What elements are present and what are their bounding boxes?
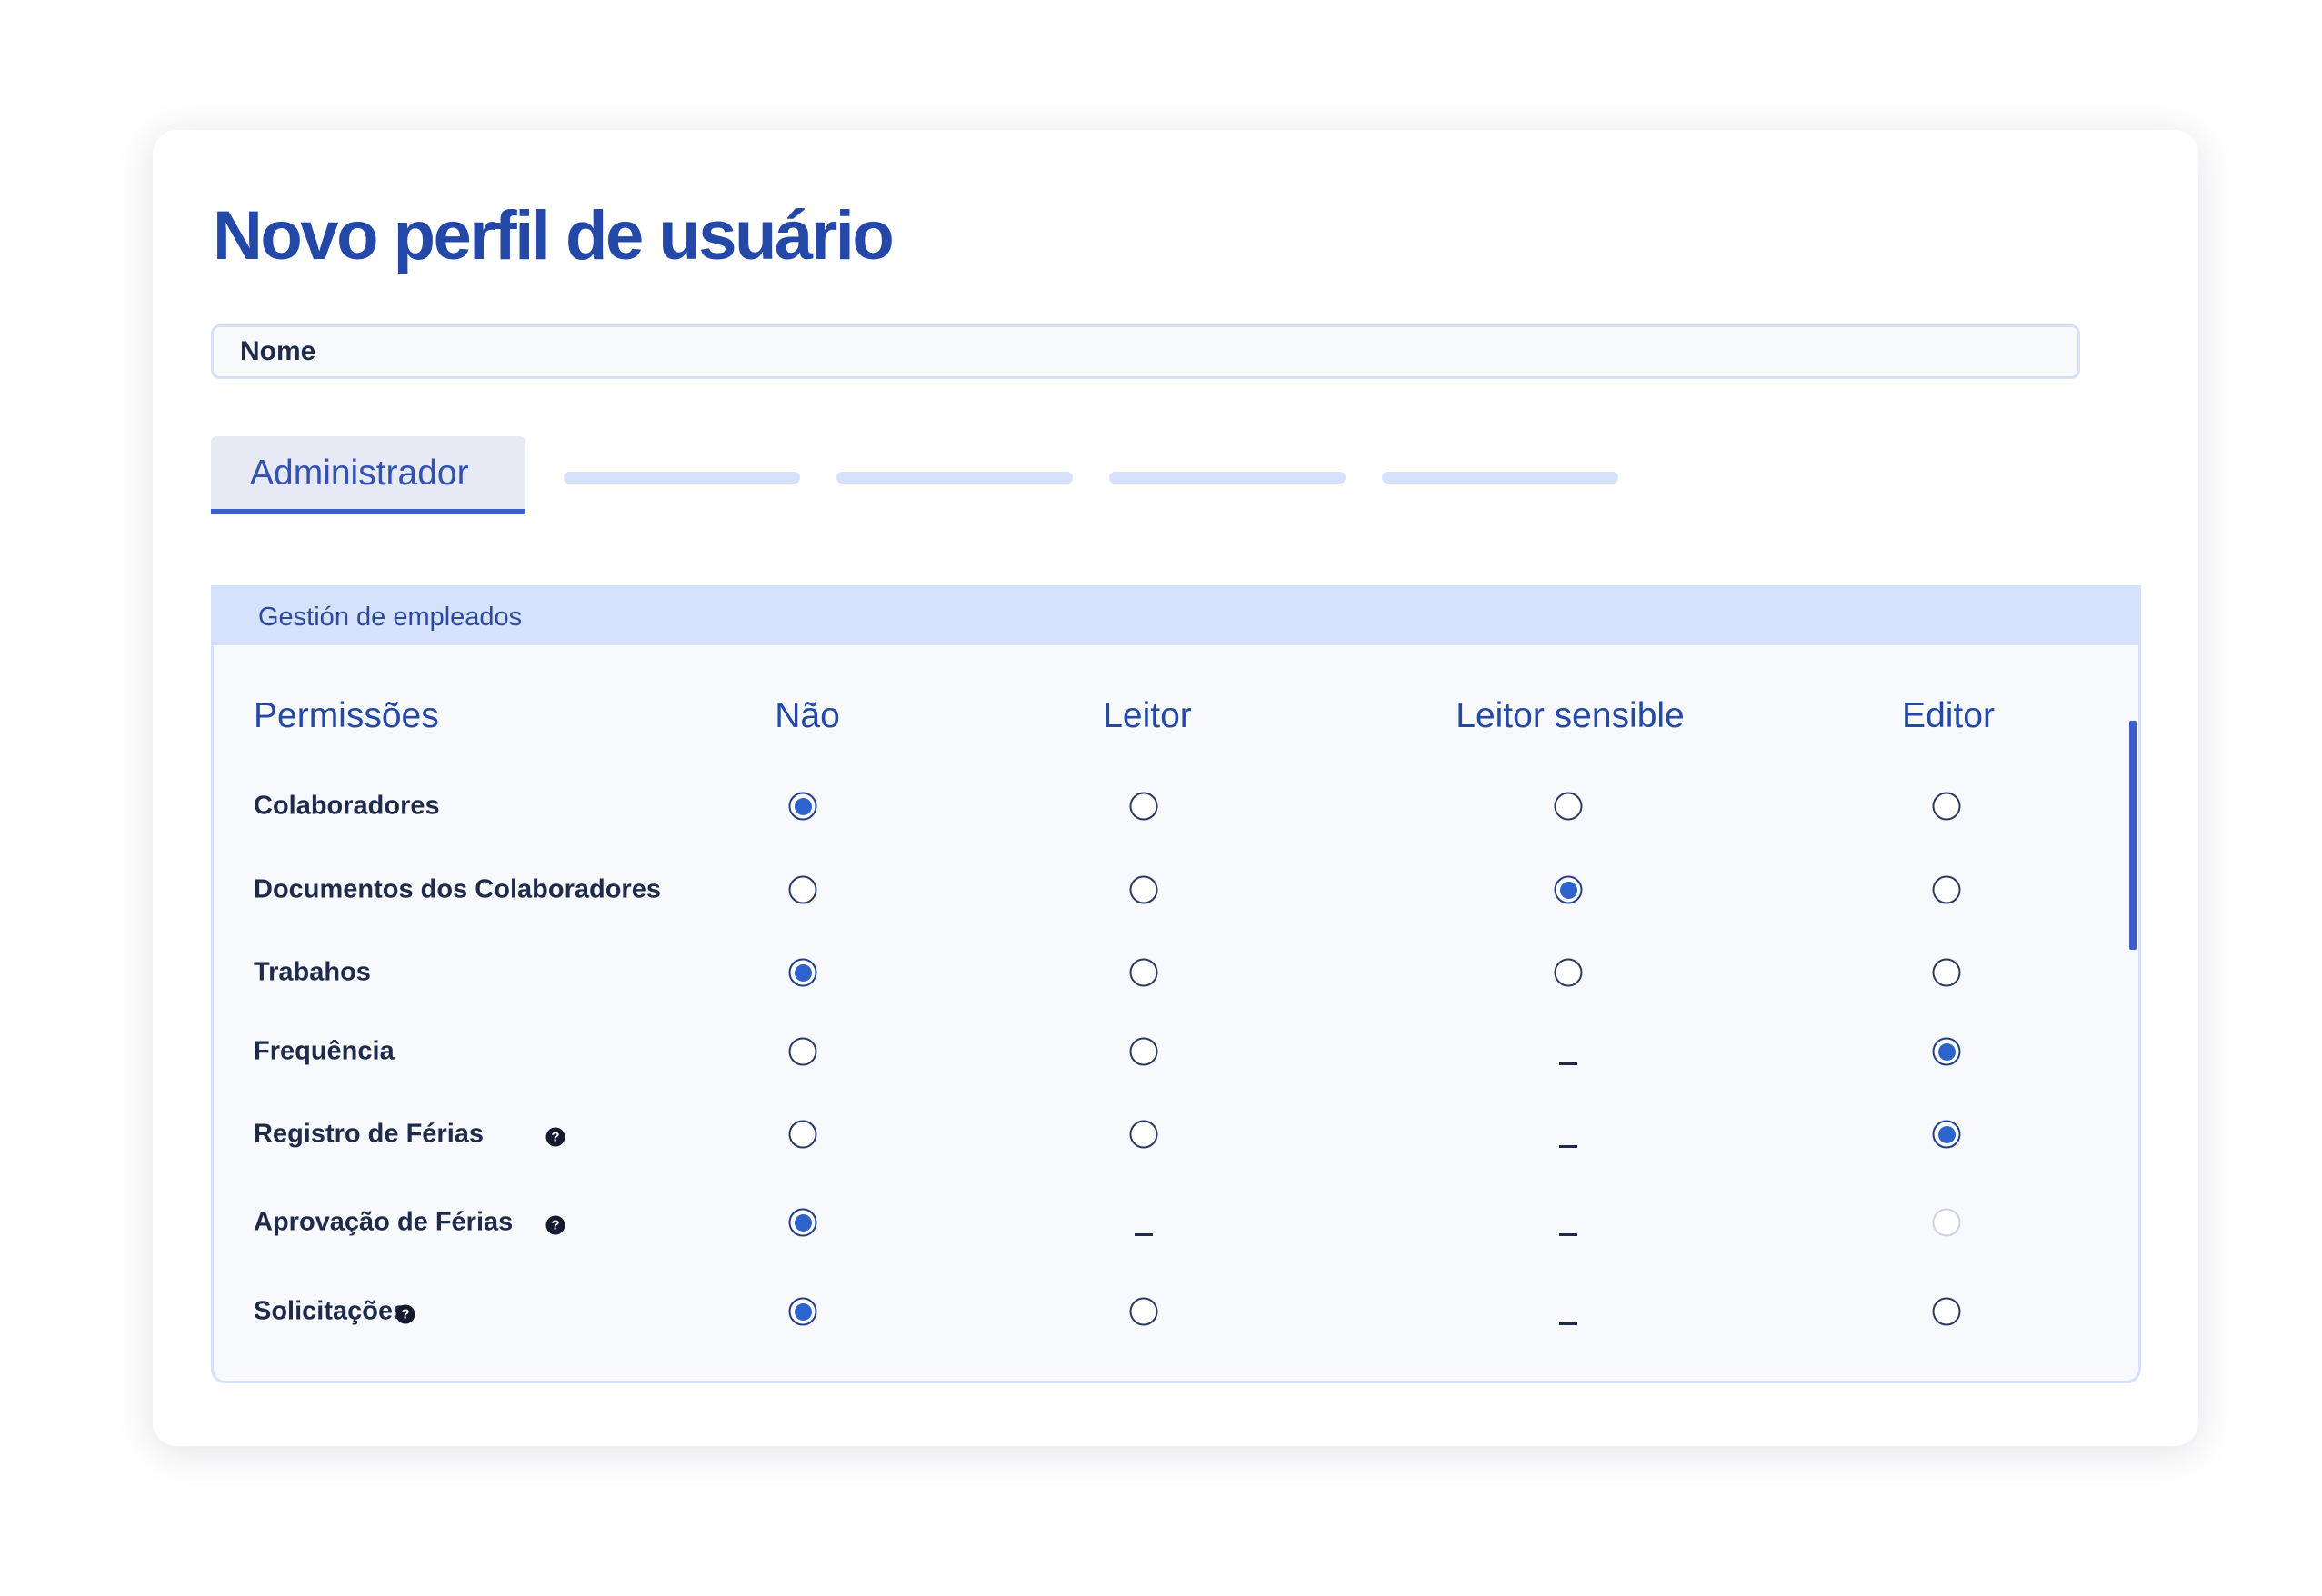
permission-radio[interactable] <box>1129 1297 1158 1326</box>
permission-radio[interactable] <box>1554 958 1583 987</box>
permission-row-label: Solicitações <box>254 1296 408 1326</box>
panel-scrollbar[interactable] <box>2129 721 2137 950</box>
section-title: Gestión de empleados <box>258 603 523 632</box>
tab-placeholder[interactable] <box>1109 472 1346 484</box>
permission-row-label: Trabahos <box>254 957 371 987</box>
column-header-leitor: Leitor <box>1103 696 1192 735</box>
permission-radio[interactable] <box>788 1120 817 1149</box>
permission-radio[interactable] <box>1932 1120 1961 1149</box>
permission-row-label: Registro de Férias <box>254 1119 485 1149</box>
permission-radio[interactable] <box>1129 792 1158 821</box>
not-applicable-dash-icon <box>1559 1062 1577 1065</box>
permission-radio[interactable] <box>1129 1120 1158 1149</box>
not-applicable-dash-icon <box>1559 1145 1577 1148</box>
column-header-leitor-sensible: Leitor sensible <box>1456 696 1685 735</box>
permission-radio[interactable] <box>1932 1297 1961 1326</box>
name-input[interactable] <box>211 324 2080 379</box>
permission-radio[interactable] <box>1932 958 1961 987</box>
tab-placeholder[interactable] <box>1382 472 1618 484</box>
permission-radio[interactable] <box>1129 875 1158 904</box>
permission-row-label: Aprovação de Férias <box>254 1207 514 1237</box>
permission-row-label: Colaboradores <box>254 791 440 821</box>
permission-radio[interactable] <box>1932 875 1961 904</box>
permission-radio[interactable] <box>1554 792 1583 821</box>
permission-radio[interactable] <box>1129 1037 1158 1066</box>
tab-placeholder[interactable] <box>564 472 800 484</box>
column-header-nao: Não <box>775 696 840 735</box>
section-header: Gestión de empleados <box>214 588 2138 645</box>
tab-administrador[interactable]: Administrador <box>211 436 525 514</box>
tab-placeholder[interactable] <box>836 472 1073 484</box>
help-icon[interactable]: ? <box>395 1304 415 1324</box>
tab-label: Administrador <box>250 454 469 493</box>
permission-row-label: Frequência <box>254 1036 395 1066</box>
permission-radio[interactable] <box>1129 958 1158 987</box>
help-icon[interactable]: ? <box>545 1215 565 1235</box>
permission-radio[interactable] <box>788 1208 817 1237</box>
permission-radio[interactable] <box>788 792 817 821</box>
column-header-editor: Editor <box>1902 696 1995 735</box>
permission-radio[interactable] <box>788 1297 817 1326</box>
permission-radio[interactable] <box>788 875 817 904</box>
permission-radio[interactable] <box>1932 1037 1961 1066</box>
column-header-permissoes: Permissões <box>254 696 439 735</box>
permission-radio[interactable] <box>1554 875 1583 904</box>
permission-radio <box>1932 1208 1961 1237</box>
permission-radio[interactable] <box>1932 792 1961 821</box>
not-applicable-dash-icon <box>1559 1322 1577 1325</box>
help-icon[interactable]: ? <box>545 1127 565 1147</box>
not-applicable-dash-icon <box>1135 1233 1153 1236</box>
permission-radio[interactable] <box>788 958 817 987</box>
not-applicable-dash-icon <box>1559 1233 1577 1236</box>
permission-radio[interactable] <box>788 1037 817 1066</box>
page-title: Novo perfil de usuário <box>213 197 895 274</box>
permission-row-label: Documentos dos Colaboradores <box>254 874 661 904</box>
